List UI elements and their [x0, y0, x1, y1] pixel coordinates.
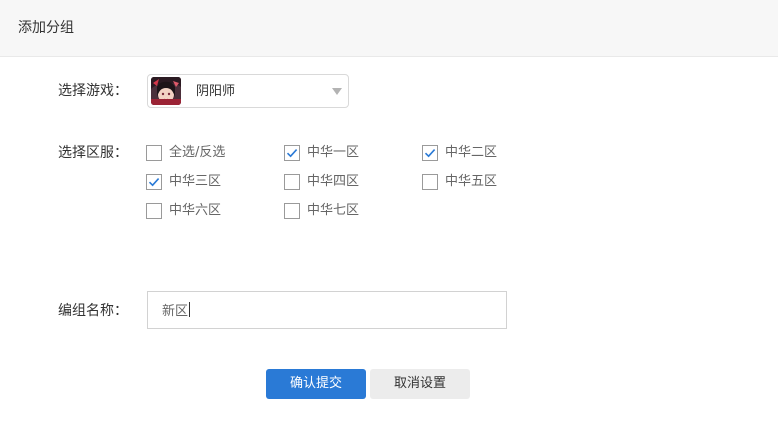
checkbox-box[interactable]	[146, 145, 162, 161]
dialog-title: 添加分组	[18, 20, 74, 36]
submit-button[interactable]: 确认提交	[266, 369, 366, 399]
dialog-header: 添加分组	[0, 0, 778, 57]
group-name-value: 新区	[162, 304, 189, 319]
group-name-input[interactable]: 新区	[147, 291, 507, 329]
group-name-label: 编组名称：	[58, 303, 128, 319]
checkmark-icon	[286, 149, 298, 158]
game-label: 选择游戏：	[58, 83, 128, 99]
chevron-down-icon	[332, 88, 342, 95]
checkbox-label: 中华七区	[307, 203, 360, 218]
checkmark-icon	[424, 149, 436, 158]
checkbox-box[interactable]	[146, 203, 162, 219]
checkbox-label: 中华四区	[307, 174, 360, 189]
checkbox-label: 中华二区	[445, 145, 498, 160]
game-select-value: 阴阳师	[196, 84, 236, 99]
text-cursor	[189, 302, 191, 317]
checkbox-box[interactable]	[284, 174, 300, 190]
checkbox-label: 中华一区	[307, 145, 360, 160]
game-avatar-icon	[151, 77, 181, 105]
checkbox-box[interactable]	[284, 203, 300, 219]
checkbox-label: 全选/反选	[169, 145, 226, 160]
checkbox-box[interactable]	[422, 174, 438, 190]
game-select[interactable]: 阴阳师	[147, 74, 349, 108]
checkbox-box[interactable]	[146, 174, 162, 190]
checkbox-label: 中华五区	[445, 174, 498, 189]
checkbox-label: 中华六区	[169, 203, 222, 218]
cancel-button[interactable]: 取消设置	[370, 369, 470, 399]
servers-label: 选择区服：	[58, 145, 128, 161]
checkbox-box[interactable]	[284, 145, 300, 161]
checkbox-label: 中华三区	[169, 174, 222, 189]
checkbox-box[interactable]	[422, 145, 438, 161]
checkmark-icon	[148, 178, 160, 187]
